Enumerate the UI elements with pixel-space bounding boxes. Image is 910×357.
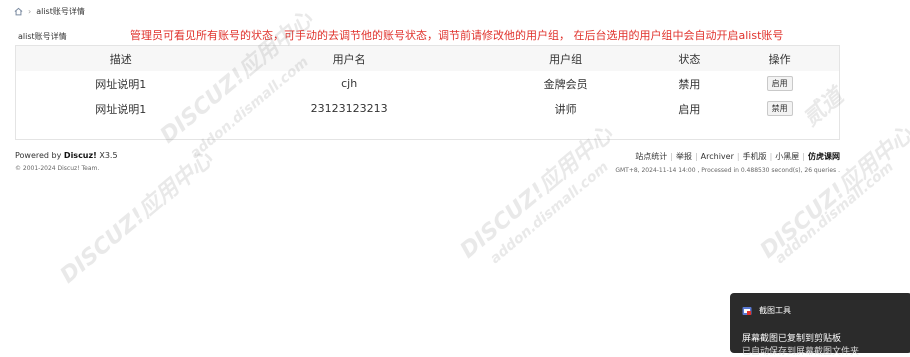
- column-header-username: 用户名: [332, 52, 366, 66]
- home-icon[interactable]: [14, 7, 23, 16]
- toast-header: 截图工具: [742, 305, 791, 316]
- table-row: 网址说明1 23123123213 讲师 启用 禁用: [16, 96, 839, 121]
- footer-link-mobile[interactable]: 手机版: [743, 152, 767, 161]
- footer-divider: |: [694, 152, 698, 161]
- snipping-tool-toast[interactable]: 截图工具 屏幕截图已复制到剪贴板 已自动保存到屏幕截图文件夹: [730, 293, 910, 357]
- breadcrumb-separator: ›: [28, 6, 32, 16]
- disable-button[interactable]: 禁用: [766, 101, 793, 116]
- footer-stats: GMT+8, 2024-11-14 14:00 , Processed in 0…: [615, 167, 840, 174]
- enable-button[interactable]: 启用: [766, 76, 793, 91]
- footer-link-stats[interactable]: 站点统计: [635, 152, 667, 161]
- powered-prefix: Powered by: [15, 151, 64, 160]
- cell-status: 禁用: [678, 77, 701, 91]
- cell-username: cjh: [341, 77, 358, 90]
- powered-brand-link[interactable]: Discuz!: [64, 151, 97, 160]
- column-header-status: 状态: [678, 52, 701, 66]
- cell-status: 启用: [678, 102, 701, 116]
- footer-link-report[interactable]: 举报: [676, 152, 692, 161]
- footer-right: 站点统计 | 举报 | Archiver | 手机版 | 小黑屋 | 仿虎课网 GMT+8, 202…: [615, 151, 840, 174]
- footer-divider: |: [802, 152, 805, 161]
- admin-notice: 管理员可看见所有账号的状态，可手动的去调节他的账号状态，调节前请修改他的用户组，…: [130, 29, 784, 42]
- footer-left: Powered by Discuz! X3.5 © 2001-2024 Disc…: [15, 151, 118, 172]
- toast-title: 屏幕截图已复制到剪贴板: [742, 334, 842, 344]
- cell-action: 启用: [720, 71, 839, 96]
- snipping-tool-icon: [742, 306, 752, 315]
- cell-username: 23123123213: [310, 102, 388, 115]
- column-header-description: 描述: [109, 52, 132, 66]
- accounts-table: 描述 用户名 用户组 状态 操作 网址说明1 cjh 金牌会员 禁用 启用 网址…: [16, 46, 839, 121]
- accounts-table-panel: 描述 用户名 用户组 状态 操作 网址说明1 cjh 金牌会员 禁用 启用 网址…: [15, 45, 840, 140]
- cell-description: 网址说明1: [95, 102, 147, 116]
- cell-action: 禁用: [720, 96, 839, 121]
- watermark-domain: addon.dismall.com: [487, 158, 612, 268]
- cell-description: 网址说明1: [95, 77, 147, 91]
- footer-divider: |: [736, 152, 740, 161]
- breadcrumb: › alist账号详情: [14, 4, 85, 18]
- table-row: 网址说明1 cjh 金牌会员 禁用 启用: [16, 71, 839, 96]
- cell-group: 金牌会员: [543, 77, 588, 91]
- powered-version: X3.5: [96, 151, 118, 160]
- footer-links: 站点统计 | 举报 | Archiver | 手机版 | 小黑屋 | 仿虎课网: [615, 151, 840, 162]
- column-header-action: 操作: [768, 52, 791, 66]
- cell-group: 讲师: [554, 102, 577, 116]
- table-header-row: 描述 用户名 用户组 状态 操作: [16, 46, 839, 71]
- powered-by: Powered by Discuz! X3.5: [15, 151, 118, 160]
- footer-link-site[interactable]: 仿虎课网: [808, 152, 840, 161]
- footer-link-archiver[interactable]: Archiver: [701, 152, 734, 161]
- footer-divider: |: [769, 152, 773, 161]
- copyright: © 2001-2024 Discuz! Team.: [15, 165, 100, 172]
- column-header-group: 用户组: [549, 52, 583, 66]
- breadcrumb-current[interactable]: alist账号详情: [36, 6, 85, 17]
- footer-divider: |: [670, 152, 673, 161]
- footer-link-blackroom[interactable]: 小黑屋: [775, 152, 799, 161]
- watermark-domain: addon.dismall.com: [772, 158, 897, 268]
- section-title: alist账号详情: [18, 32, 67, 41]
- toast-app-name: 截图工具: [759, 306, 791, 315]
